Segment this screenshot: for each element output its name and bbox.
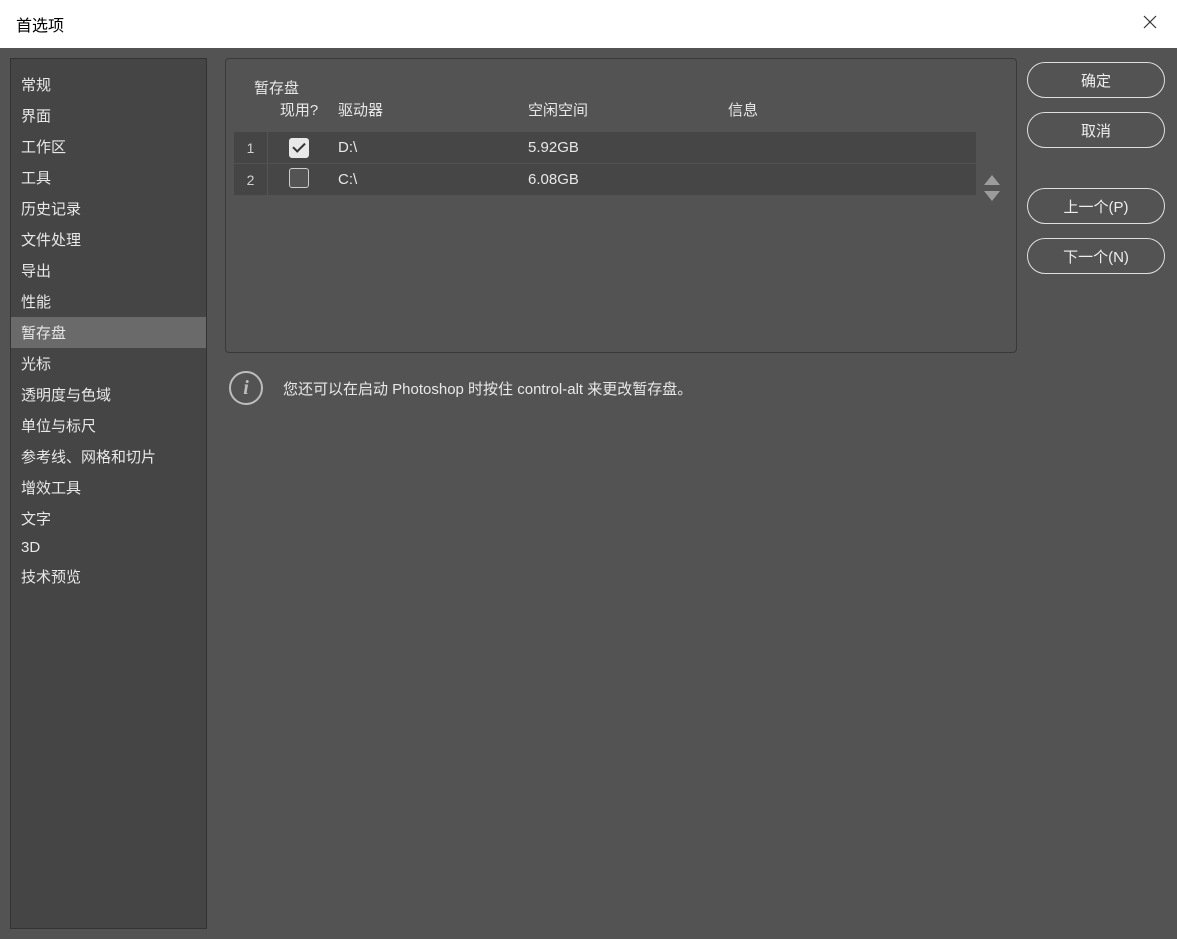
row-free-space: 5.92GB (520, 139, 720, 156)
row-drive: C:\ (330, 171, 520, 188)
sidebar-item[interactable]: 透明度与色域 (11, 379, 206, 410)
sidebar-item[interactable]: 单位与标尺 (11, 410, 206, 441)
disk-table-header: # 现用? 驱动器 空闲空间 信息 (234, 95, 976, 132)
disk-table-wrap: # 现用? 驱动器 空闲空间 信息 1 D:\5.92GB 2 C:\6.08GB (234, 95, 1008, 201)
row-free-space: 6.08GB (520, 171, 720, 188)
category-sidebar: 常规界面工作区工具历史记录文件处理导出性能暂存盘光标透明度与色域单位与标尺参考线… (10, 58, 207, 929)
sidebar-item[interactable]: 增效工具 (11, 472, 206, 503)
col-drive-header: 驱动器 (330, 95, 520, 124)
hint-row: i 您还可以在启动 Photoshop 时按住 control-alt 来更改暂… (225, 371, 1017, 405)
prev-button[interactable]: 上一个(P) (1027, 188, 1165, 224)
info-icon: i (229, 371, 263, 405)
content-pane: 暂存盘 # 现用? 驱动器 空闲空间 信息 1 D:\5.92GB 2 C:\6.08… (207, 48, 1027, 939)
row-index: 1 (234, 132, 268, 163)
row-active-cell (268, 138, 330, 158)
sidebar-item[interactable]: 界面 (11, 100, 206, 131)
spacer (1027, 162, 1165, 174)
window-title: 首选项 (16, 12, 64, 36)
sidebar-item[interactable]: 3D (11, 534, 206, 561)
fieldset-legend: 暂存盘 (246, 77, 307, 98)
ok-button[interactable]: 确定 (1027, 62, 1165, 98)
active-checkbox[interactable] (289, 138, 309, 158)
disk-table-body: 1 D:\5.92GB 2 C:\6.08GB (234, 132, 976, 196)
sidebar-item[interactable]: 常规 (11, 69, 206, 100)
preferences-window: 首选项 常规界面工作区工具历史记录文件处理导出性能暂存盘光标透明度与色域单位与标… (0, 0, 1177, 939)
sidebar-item[interactable]: 导出 (11, 255, 206, 286)
close-icon[interactable] (1139, 11, 1161, 38)
sidebar-item[interactable]: 文字 (11, 503, 206, 534)
title-bar: 首选项 (0, 0, 1177, 48)
sidebar-item[interactable]: 技术预览 (11, 561, 206, 592)
table-row[interactable]: 1 D:\5.92GB (234, 132, 976, 164)
hint-text: 您还可以在启动 Photoshop 时按住 control-alt 来更改暂存盘… (283, 378, 692, 399)
action-buttons: 确定 取消 上一个(P) 下一个(N) (1027, 48, 1177, 939)
scratch-disks-fieldset: 暂存盘 # 现用? 驱动器 空闲空间 信息 1 D:\5.92GB 2 C:\6.08… (225, 58, 1017, 353)
col-free-header: 空闲空间 (520, 95, 720, 124)
sidebar-item[interactable]: 参考线、网格和切片 (11, 441, 206, 472)
sidebar-item[interactable]: 文件处理 (11, 224, 206, 255)
sidebar-item[interactable]: 性能 (11, 286, 206, 317)
row-drive: D:\ (330, 139, 520, 156)
move-up-icon[interactable] (984, 175, 1000, 185)
reorder-arrows (976, 95, 1008, 201)
move-down-icon[interactable] (984, 191, 1000, 201)
sidebar-item[interactable]: 工作区 (11, 131, 206, 162)
dialog-body: 常规界面工作区工具历史记录文件处理导出性能暂存盘光标透明度与色域单位与标尺参考线… (0, 48, 1177, 939)
sidebar-item[interactable]: 光标 (11, 348, 206, 379)
table-row[interactable]: 2 C:\6.08GB (234, 164, 976, 196)
row-active-cell (268, 168, 330, 192)
col-info-header: 信息 (720, 95, 976, 124)
row-index: 2 (234, 164, 268, 195)
sidebar-item[interactable]: 暂存盘 (11, 317, 206, 348)
sidebar-item[interactable]: 工具 (11, 162, 206, 193)
cancel-button[interactable]: 取消 (1027, 112, 1165, 148)
next-button[interactable]: 下一个(N) (1027, 238, 1165, 274)
sidebar-item[interactable]: 历史记录 (11, 193, 206, 224)
active-checkbox[interactable] (289, 168, 309, 188)
col-active-header: 现用? (268, 95, 330, 124)
disk-table: # 现用? 驱动器 空闲空间 信息 1 D:\5.92GB 2 C:\6.08GB (234, 95, 976, 201)
